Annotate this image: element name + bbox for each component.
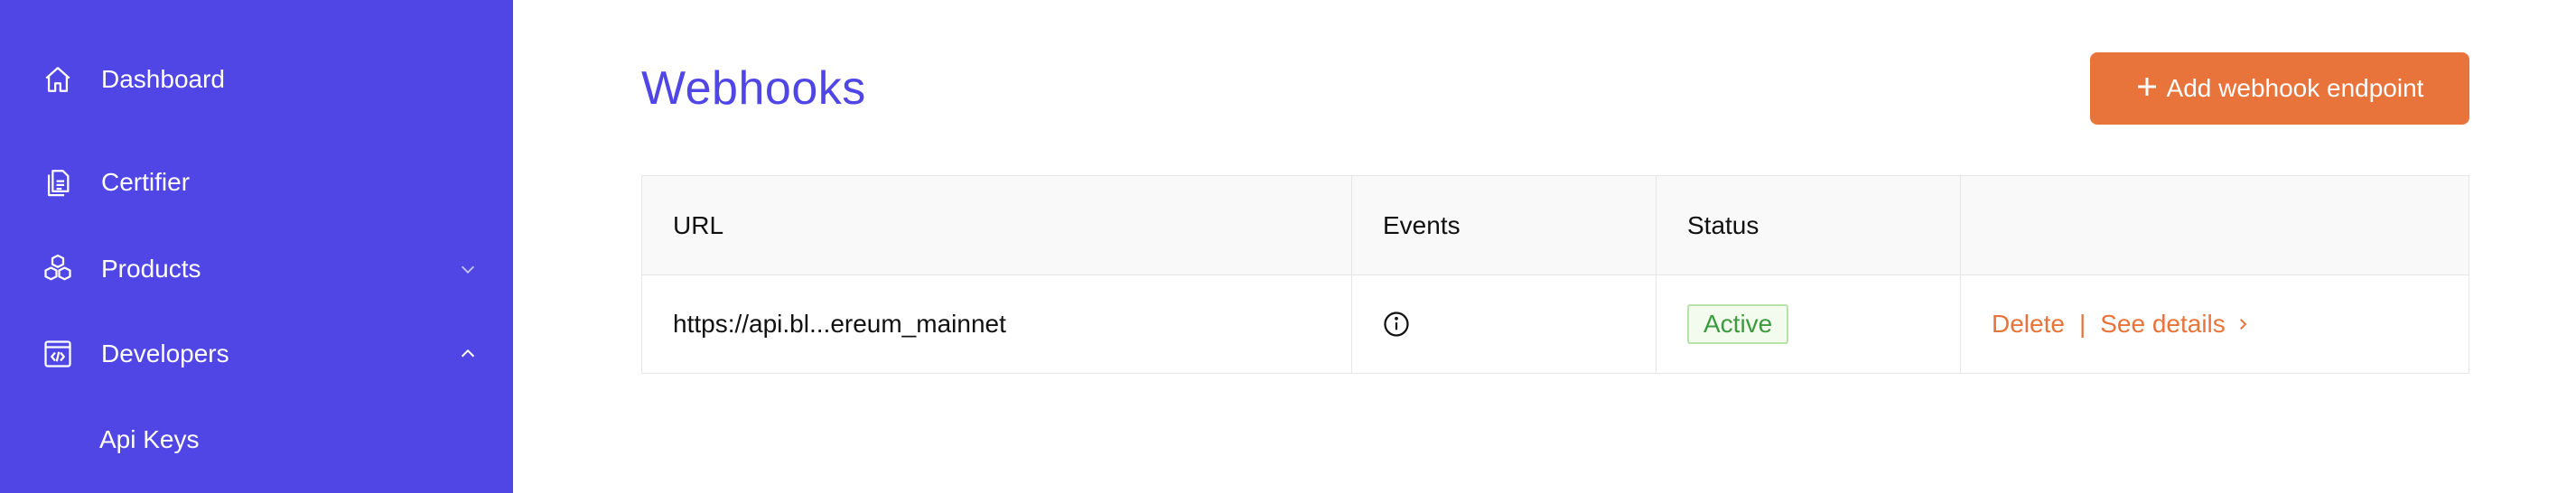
page-title: Webhooks xyxy=(641,62,866,115)
cubes-icon xyxy=(40,251,76,287)
column-header-actions xyxy=(1961,176,2469,274)
events-cell xyxy=(1352,275,1657,373)
sidebar-item-label: Dashboard xyxy=(101,65,225,93)
sidebar-item-label: Certifier xyxy=(101,168,191,196)
sidebar-item-products[interactable]: Products xyxy=(40,242,481,296)
column-header-status: Status xyxy=(1657,176,1961,274)
sidebar-item-label: Developers xyxy=(101,340,229,367)
sidebar-item-developers[interactable]: Developers xyxy=(40,327,481,381)
webhook-url: https://api.bl...ereum_mainnet xyxy=(642,275,1352,373)
chevron-up-icon[interactable] xyxy=(455,341,481,367)
see-details-link[interactable]: See details xyxy=(2100,310,2251,339)
status-cell: Active xyxy=(1657,275,1961,373)
webhooks-table: URL Events Status https://api.bl...ereum… xyxy=(641,175,2469,374)
main-content: Webhooks Add webhook endpoint URL Events… xyxy=(513,0,2576,493)
table-header: URL Events Status xyxy=(642,176,2469,275)
table-row: https://api.bl...ereum_mainnet Active De… xyxy=(642,275,2469,373)
code-window-icon xyxy=(40,336,76,372)
column-header-events: Events xyxy=(1352,176,1657,274)
plus-icon xyxy=(2136,70,2158,103)
actions-cell: Delete | See details xyxy=(1961,275,2469,373)
sidebar-item-dashboard[interactable]: Dashboard xyxy=(40,52,481,107)
status-badge: Active xyxy=(1687,304,1789,344)
info-icon[interactable] xyxy=(1383,311,1410,338)
sidebar-item-certifier[interactable]: Certifier xyxy=(40,155,481,209)
sidebar-item-label: Products xyxy=(101,255,201,283)
chevron-down-icon[interactable] xyxy=(455,256,481,282)
add-webhook-endpoint-button[interactable]: Add webhook endpoint xyxy=(2090,52,2469,125)
chevron-right-icon xyxy=(2235,316,2251,332)
home-icon xyxy=(40,61,76,98)
column-header-url: URL xyxy=(642,176,1352,274)
document-icon xyxy=(40,164,76,200)
sidebar-subitem-api-keys[interactable]: Api Keys xyxy=(99,417,200,462)
sidebar: Dashboard Certifier Products Developers … xyxy=(0,0,513,493)
app-root: Dashboard Certifier Products Developers … xyxy=(0,0,2576,493)
row-actions: Delete | See details xyxy=(1992,310,2251,339)
delete-link[interactable]: Delete xyxy=(1992,310,2065,339)
see-details-label: See details xyxy=(2100,310,2226,338)
action-separator: | xyxy=(2078,310,2086,338)
add-button-label: Add webhook endpoint xyxy=(2166,74,2424,102)
